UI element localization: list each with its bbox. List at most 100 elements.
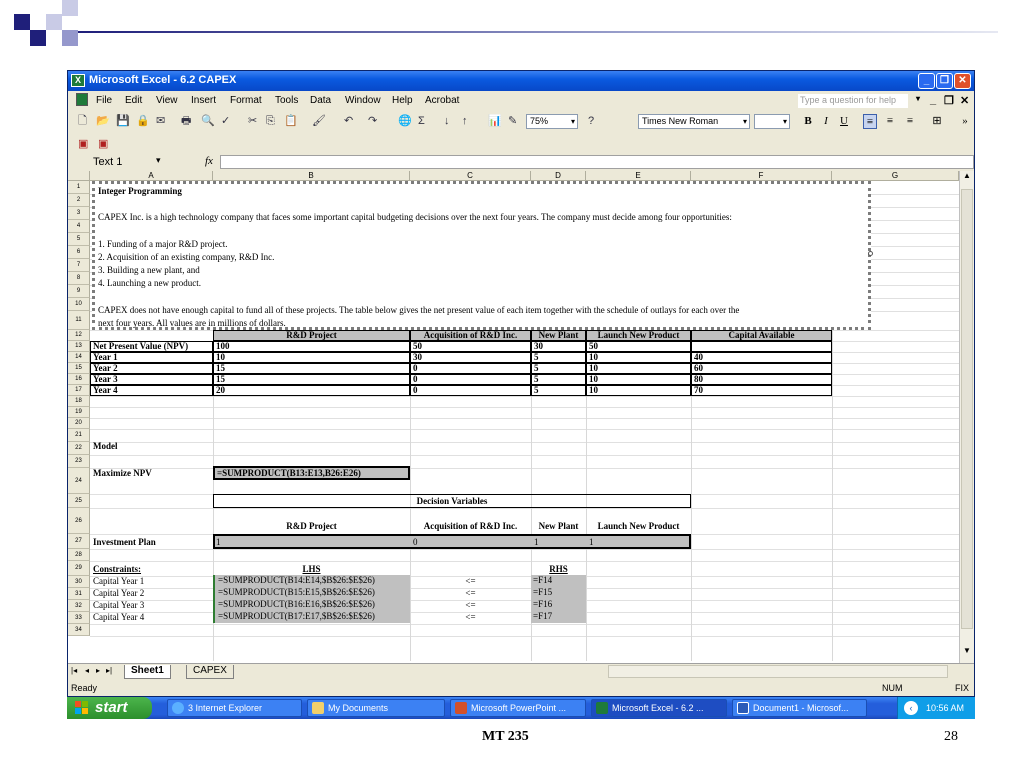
row-header[interactable]: 16 — [68, 374, 90, 385]
rhs-label[interactable]: RHS — [531, 564, 586, 574]
undo-icon[interactable]: ↶ — [344, 114, 353, 129]
table-cell[interactable]: 50 — [410, 341, 531, 352]
format-painter-icon[interactable]: 🖌 — [312, 114, 326, 129]
spelling-icon[interactable]: ✓ — [221, 114, 230, 129]
open-icon[interactable]: 📂 — [96, 114, 110, 129]
column-header-a[interactable]: A — [90, 171, 213, 181]
column-header-f[interactable]: F — [691, 171, 832, 181]
close-button[interactable]: ✕ — [954, 73, 971, 89]
scroll-thumb[interactable] — [961, 189, 973, 629]
doc-restore-button[interactable]: ❐ — [944, 94, 954, 107]
constraint-lhs[interactable]: =SUMPRODUCT(B17:E17,$B$26:$E$26) — [213, 611, 410, 623]
drawing-icon[interactable]: ✎ — [508, 114, 517, 129]
doc-minimize-button[interactable]: _ — [930, 94, 936, 106]
row-header[interactable]: 34 — [68, 624, 90, 636]
menu-insert[interactable]: Insert — [191, 95, 216, 106]
row-header[interactable]: 19 — [68, 407, 90, 418]
task-internet-explorer[interactable]: 3 Internet Explorer — [167, 699, 302, 717]
textbox-resize-handle[interactable] — [868, 251, 873, 256]
start-button[interactable]: start — [67, 697, 152, 719]
task-word[interactable]: Document1 - Microsof... — [732, 699, 867, 717]
table-cell[interactable]: 10 — [586, 352, 691, 363]
chart-wizard-icon[interactable]: 📊 — [488, 114, 502, 129]
row-header[interactable]: 13 — [68, 341, 90, 352]
table-row-label[interactable]: Net Present Value (NPV) — [90, 341, 213, 352]
dv-header[interactable]: New Plant — [531, 521, 586, 531]
task-powerpoint[interactable]: Microsoft PowerPoint ... — [450, 699, 586, 717]
corner-select-all[interactable] — [68, 171, 90, 181]
table-header[interactable]: Capital Available — [691, 330, 832, 341]
pdf-icon[interactable]: ▣ — [78, 137, 88, 152]
menu-help[interactable]: Help — [392, 95, 413, 106]
pdf-email-icon[interactable]: ▣ — [98, 137, 108, 152]
row-header[interactable]: 22 — [68, 442, 90, 455]
row-header[interactable]: 2 — [68, 194, 90, 207]
print-icon[interactable]: 🖶 — [181, 114, 191, 129]
chevron-down-icon[interactable]: ▾ — [156, 155, 161, 166]
row-header[interactable]: 5 — [68, 233, 90, 246]
row-header[interactable]: 9 — [68, 285, 90, 298]
row-header[interactable]: 15 — [68, 363, 90, 374]
row-header[interactable]: 10 — [68, 298, 90, 311]
investment-plan-value[interactable]: 0 — [413, 537, 418, 547]
dv-header[interactable]: Acquisition of R&D Inc. — [410, 521, 531, 531]
copy-icon[interactable]: ⎘ — [266, 114, 275, 129]
constraint-rhs[interactable]: =F14 — [531, 575, 586, 587]
zoom-select[interactable]: 75% ▾ — [526, 114, 578, 129]
tray-arrow-icon[interactable]: ‹ — [904, 701, 918, 715]
toolbar-options-icon[interactable]: » — [958, 114, 972, 129]
constraint-operator[interactable]: <= — [410, 600, 531, 610]
name-box[interactable]: Text 1 — [93, 155, 177, 169]
task-my-documents[interactable]: My Documents — [307, 699, 445, 717]
table-header[interactable]: R&D Project — [213, 330, 410, 341]
save-icon[interactable]: 💾 — [116, 114, 130, 129]
bold-button[interactable]: B — [801, 114, 815, 129]
row-header[interactable]: 8 — [68, 272, 90, 285]
menu-format[interactable]: Format — [230, 95, 262, 106]
table-cell[interactable]: 10 — [586, 385, 691, 396]
font-select[interactable]: Times New Roman ▾ — [638, 114, 750, 129]
menu-file[interactable]: File — [96, 95, 112, 106]
lhs-label[interactable]: LHS — [213, 564, 410, 574]
print-preview-icon[interactable]: 🔍 — [201, 114, 215, 129]
row-header[interactable]: 23 — [68, 455, 90, 468]
table-cell[interactable]: 30 — [410, 352, 531, 363]
fx-icon[interactable]: fx — [205, 155, 213, 167]
row-header[interactable]: 21 — [68, 429, 90, 442]
align-right-button[interactable]: ≡ — [903, 114, 917, 129]
column-header-d[interactable]: D — [531, 171, 586, 181]
formula-input[interactable] — [220, 155, 974, 169]
constraint-lhs[interactable]: =SUMPRODUCT(B15:E15,$B$26:$E$26) — [213, 587, 410, 599]
column-header-c[interactable]: C — [410, 171, 531, 181]
table-cell[interactable]: 15 — [213, 363, 410, 374]
problem-text-box[interactable]: Integer Programming CAPEX Inc. is a high… — [92, 181, 871, 330]
dv-header[interactable]: Launch New Product — [586, 521, 691, 531]
table-cell[interactable]: 60 — [691, 363, 832, 374]
table-cell[interactable]: 70 — [691, 385, 832, 396]
first-sheet-icon[interactable]: |◂ — [71, 666, 77, 675]
maximize-label[interactable]: Maximize NPV — [93, 468, 152, 478]
vertical-scrollbar[interactable]: ▲ ▼ — [959, 171, 974, 663]
table-cell[interactable]: 5 — [531, 352, 586, 363]
menu-view[interactable]: View — [156, 95, 178, 106]
table-cell[interactable]: 10 — [213, 352, 410, 363]
row-header[interactable]: 25 — [68, 494, 90, 508]
table-cell[interactable]: 15 — [213, 374, 410, 385]
minimize-button[interactable]: _ — [918, 73, 935, 89]
table-cell[interactable]: 5 — [531, 374, 586, 385]
table-cell[interactable]: 40 — [691, 352, 832, 363]
table-cell[interactable] — [691, 341, 832, 352]
sort-ascending-icon[interactable]: ↓ — [444, 114, 450, 129]
underline-button[interactable]: U — [837, 114, 851, 129]
row-header[interactable]: 7 — [68, 259, 90, 272]
row-header[interactable]: 12 — [68, 330, 90, 341]
constraints-label[interactable]: Constraints: — [93, 564, 141, 574]
paste-icon[interactable]: 📋 — [284, 114, 298, 129]
row-header[interactable]: 29 — [68, 561, 90, 576]
column-header-g[interactable]: G — [832, 171, 959, 181]
row-header[interactable]: 11 — [68, 311, 90, 330]
help-dropdown-icon[interactable]: ▾ — [916, 94, 920, 103]
row-header[interactable]: 3 — [68, 207, 90, 220]
column-header-e[interactable]: E — [586, 171, 691, 181]
font-size-select[interactable]: ▾ — [754, 114, 790, 129]
